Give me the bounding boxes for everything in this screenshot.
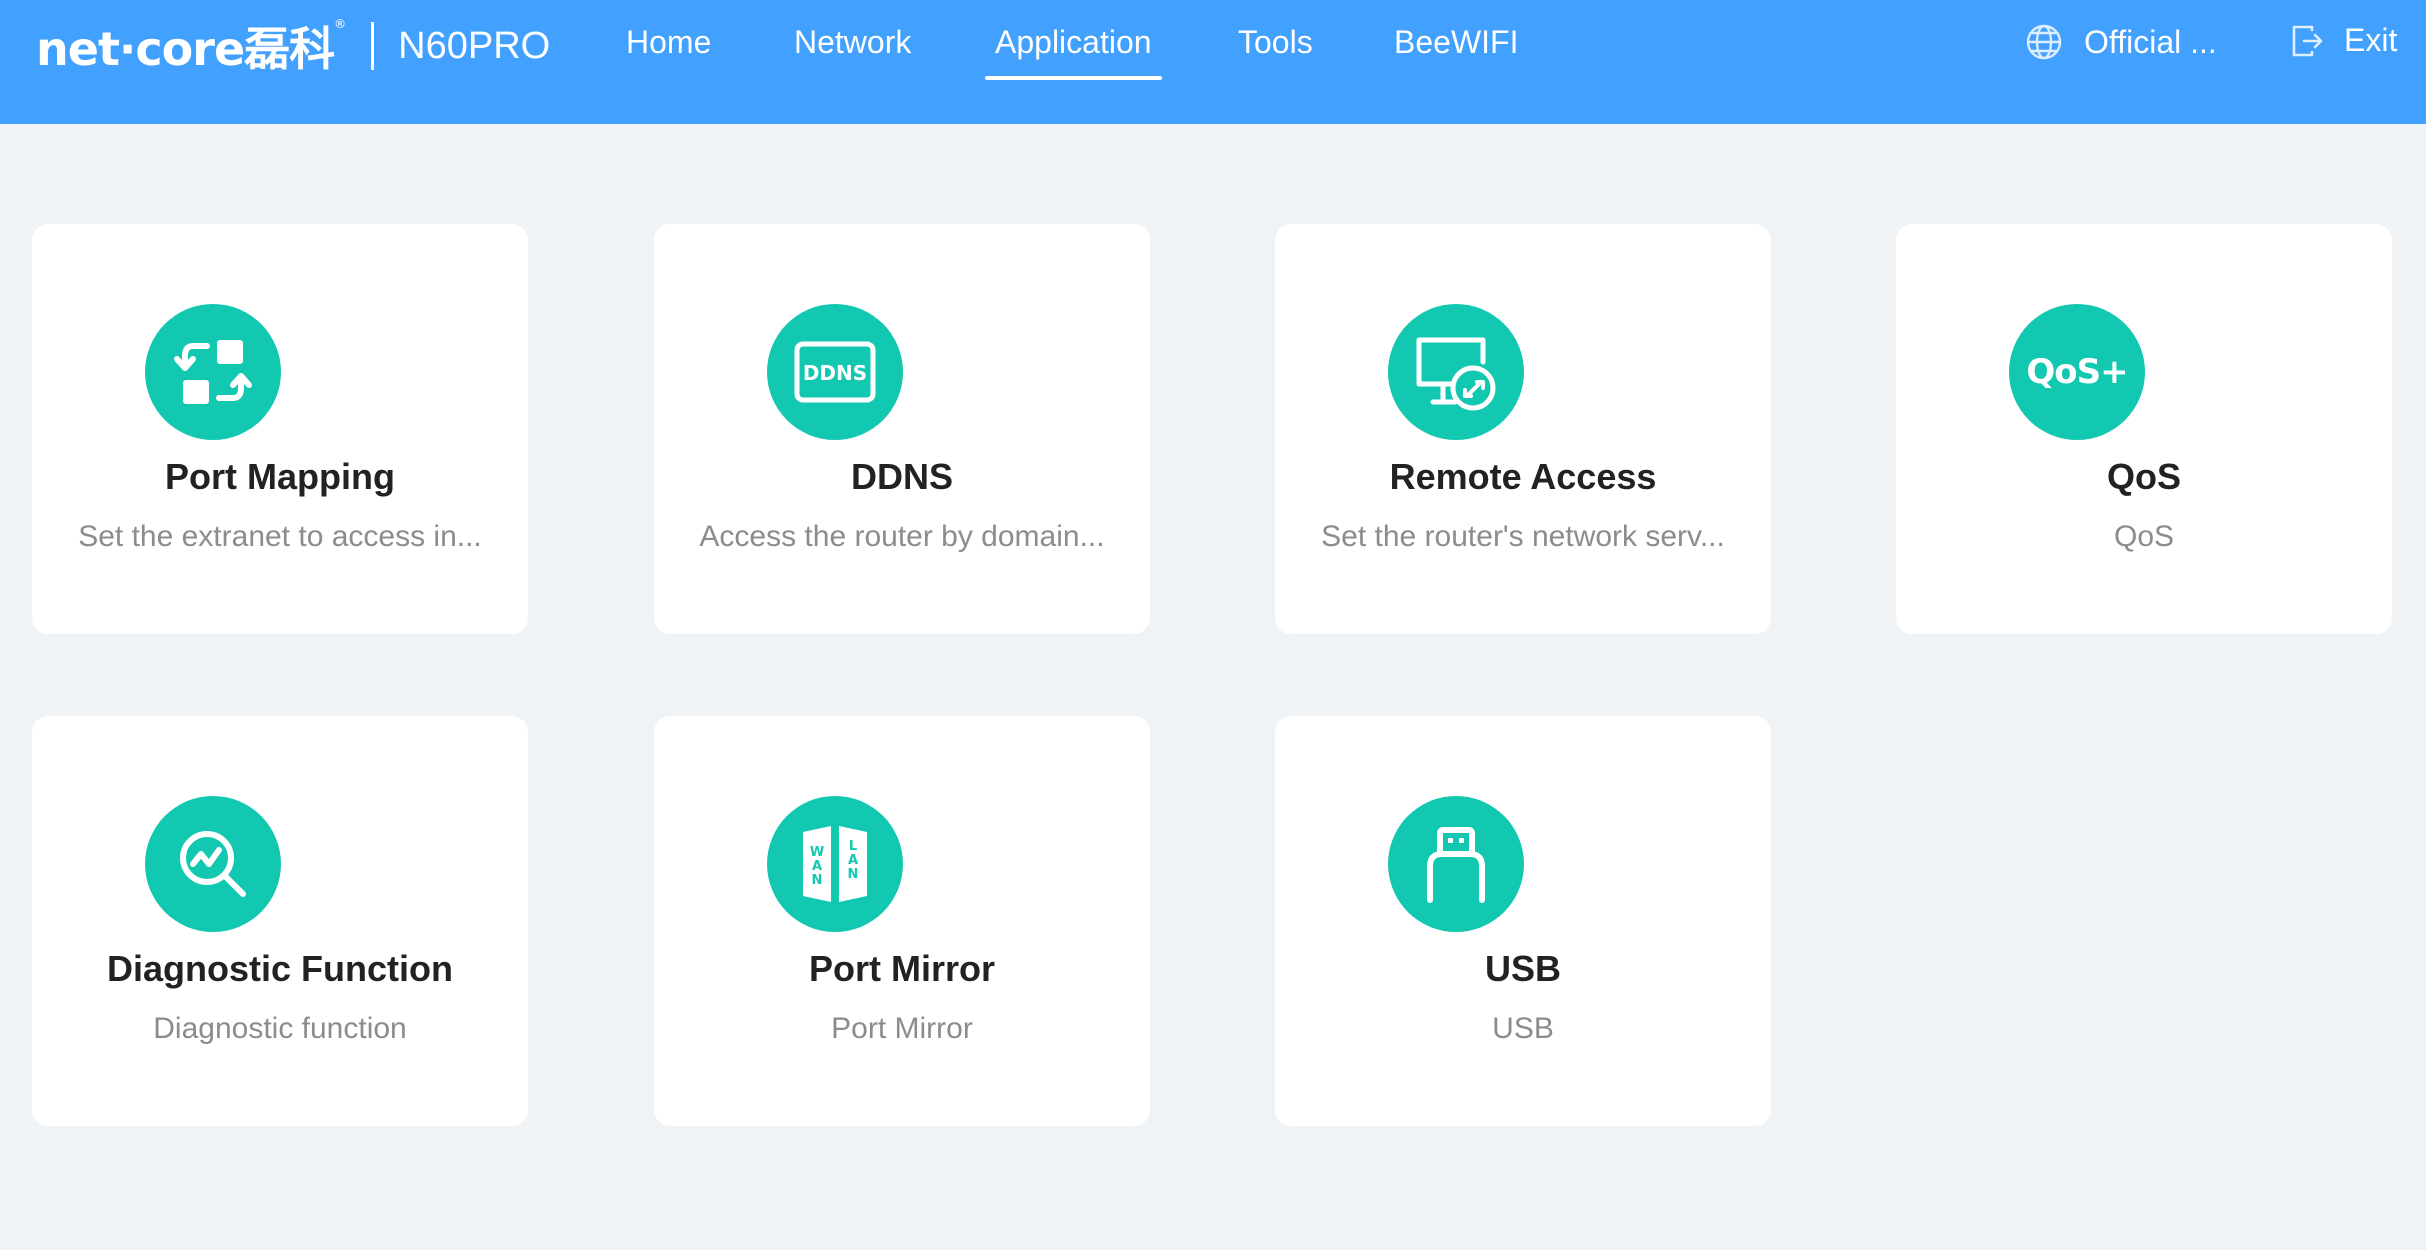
port-mapping-icon [145, 304, 281, 440]
card-port-mapping[interactable]: Port Mapping Set the extranet to access … [32, 224, 528, 634]
official-label: Official ... [2084, 23, 2217, 60]
svg-text:DDNS: DDNS [803, 361, 867, 385]
netcore-logo: net·core磊科® [36, 17, 346, 76]
official-link[interactable]: Official ... [2024, 22, 2217, 62]
card-ddns[interactable]: DDNS DDNS Access the router by domain... [654, 224, 1150, 634]
card-description: Diagnostic function [153, 1012, 407, 1045]
card-usb[interactable]: USB USB [1275, 716, 1771, 1126]
card-remote-access[interactable]: Remote Access Set the router's network s… [1275, 224, 1771, 634]
ddns-icon: DDNS [767, 304, 903, 440]
card-title: DDNS [850, 456, 953, 497]
svg-text:N: N [848, 867, 859, 882]
card-title: USB [1484, 948, 1561, 989]
router-model: N60PRO [398, 24, 551, 67]
nav-application[interactable]: Application [985, 24, 1162, 80]
diagnostic-icon [145, 796, 281, 932]
card-description: QoS [2113, 520, 2175, 553]
card-title: Diagnostic Function [107, 948, 453, 989]
exit-label: Exit [2344, 22, 2398, 58]
remote-access-icon [1388, 304, 1524, 440]
card-description: Port Mirror [831, 1012, 973, 1045]
card-description: Access the router by domain... [699, 520, 1105, 553]
brand: net·core磊科® N60PRO [36, 17, 551, 76]
nav-network[interactable]: Network [794, 24, 911, 61]
svg-text:W: W [810, 845, 824, 860]
exit-icon [2292, 25, 2323, 56]
card-port-mirror[interactable]: W A N L A N Port Mirror Port Mirror [654, 716, 1150, 1126]
svg-text:A: A [848, 853, 858, 868]
nav-beewifi[interactable]: BeeWIFI [1394, 24, 1518, 61]
nav-tools[interactable]: Tools [1238, 24, 1313, 61]
svg-text:A: A [812, 859, 822, 874]
card-title: Remote Access [1389, 456, 1657, 497]
card-diagnostic-function[interactable]: Diagnostic Function Diagnostic function [32, 716, 528, 1126]
exit-button[interactable]: Exit [2290, 22, 2397, 59]
qos-icon: QoS+ [2009, 304, 2145, 440]
svg-text:N: N [812, 873, 823, 888]
nav-home[interactable]: Home [626, 24, 711, 61]
card-description: Set the router's network serv... [1321, 520, 1725, 553]
top-navigation-bar: net·core磊科® N60PRO Home Network Applicat… [0, 0, 2426, 124]
brand-divider [371, 22, 375, 70]
usb-icon [1388, 796, 1524, 932]
card-title: Port Mirror [808, 948, 995, 989]
svg-text:L: L [849, 839, 857, 854]
card-qos[interactable]: QoS+ QoS QoS [1896, 224, 2392, 634]
card-description: Set the extranet to access in... [78, 520, 482, 553]
globe-icon [2026, 24, 2062, 60]
card-title: Port Mapping [165, 456, 395, 497]
card-title: QoS [2106, 456, 2181, 497]
card-description: USB [1492, 1012, 1554, 1045]
port-mirror-icon: W A N L A N [767, 796, 903, 932]
